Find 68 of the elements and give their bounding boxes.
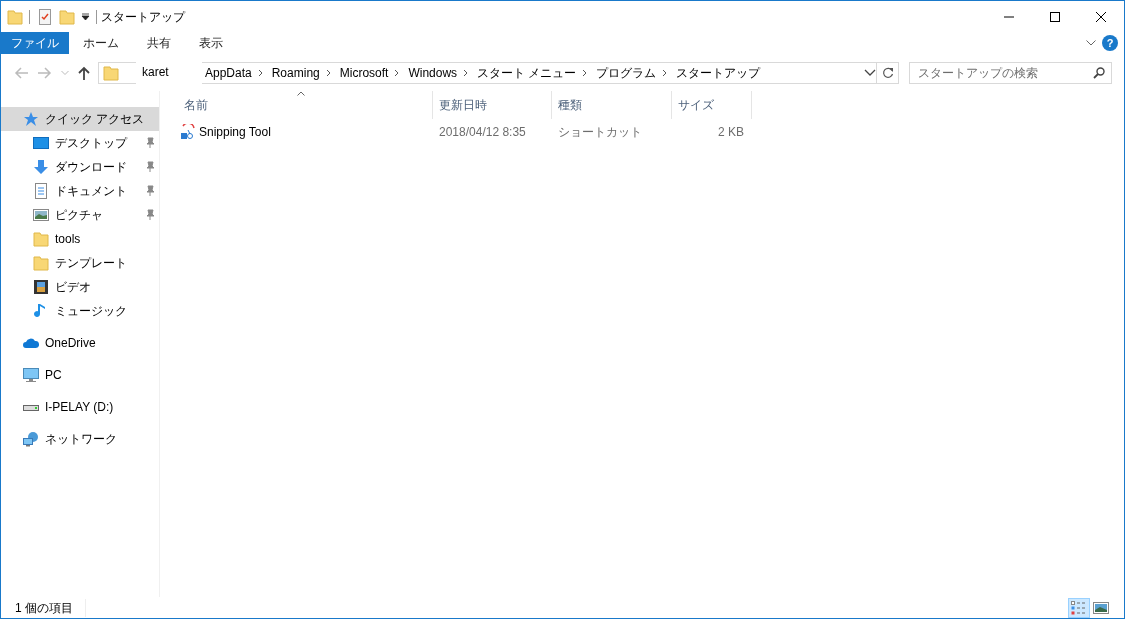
item-count: 1 個の項目 [15,598,86,617]
column-header[interactable]: 名前 [178,91,433,119]
sidebar-item[interactable]: PC [1,363,159,387]
sidebar-item[interactable]: クイック アクセス [1,107,159,131]
view-button[interactable] [1068,597,1090,618]
table-cell-text: 2 KB [717,124,745,141]
sidebar-item[interactable]: OneDrive [1,331,159,355]
chevron-right-icon [662,68,669,77]
large-icons-view-icon [1093,599,1109,616]
monitor-icon [23,367,39,383]
table-cell-text: 2018/04/12 8:35 [438,124,527,141]
details-view-icon [1071,599,1087,616]
up-arrow-icon[interactable] [77,65,91,80]
chevron-down-icon[interactable] [864,68,876,77]
ribbon-tab[interactable]: 表示 [185,32,237,54]
column-header[interactable]: 更新日時 [433,91,552,119]
properties-icon[interactable] [37,8,53,25]
breadcrumb-link[interactable]: AppData [203,63,254,82]
column-header[interactable]: サイズ [672,91,752,119]
breadcrumb-link[interactable]: スタートアップ [674,63,763,82]
breadcrumb-link[interactable]: プログラム [594,63,659,82]
refresh-icon[interactable] [881,66,894,79]
ribbon-tab[interactable]: ホーム [69,32,133,54]
dropdown-icon[interactable] [81,12,90,21]
monitor-icon [33,135,49,151]
down-arrow-icon [33,159,49,175]
picture-icon [33,207,49,223]
file-name[interactable]: Snipping Tool [199,123,271,141]
sidebar-item[interactable]: デスクトップ [1,131,159,155]
chevron-right-icon [582,68,589,77]
maximize-icon[interactable] [1050,11,1060,22]
chevron-down-icon[interactable] [1086,40,1096,46]
window-title: スタートアップ [101,8,185,26]
search-field[interactable]: スタートアップの検索 [909,61,1112,84]
chevron-right-icon [394,68,401,77]
chevron-right-icon [257,68,264,77]
ribbon-tab[interactable]: 共有 [133,32,185,54]
star-icon [23,111,39,127]
ribbon-tab[interactable]: ファイル [1,32,69,54]
folder-icon [103,64,119,81]
divider-icon [29,9,31,24]
breadcrumb-link[interactable]: Windows [406,63,460,82]
breadcrumb-link[interactable]: スタート メニュー [475,63,579,82]
search-icon[interactable] [1093,66,1105,79]
sidebar-item[interactable]: ミュージック [1,299,159,323]
chevron-right-icon [463,68,470,77]
column-header[interactable]: 種類 [552,91,672,119]
sidebar-item[interactable]: ドキュメント [1,179,159,203]
sidebar-item[interactable]: テンプレート [1,251,159,275]
help-button[interactable]: ? [1102,35,1118,51]
breadcrumb-link[interactable]: Microsoft [337,63,391,82]
breadcrumb-link[interactable]: Roaming [269,63,322,82]
document-icon [33,183,49,199]
film-icon [33,279,49,295]
network-icon [23,431,39,447]
sidebar-item[interactable]: ピクチャ [1,203,159,227]
sidebar-item[interactable]: ダウンロード [1,155,159,179]
divider-icon [96,9,98,24]
table-cell-text: ショートカット [557,124,643,141]
sidebar-item[interactable]: tools [1,227,159,251]
chevron-right-icon [325,68,332,77]
folder-icon [33,231,49,247]
sidebar-item[interactable]: ビデオ [1,275,159,299]
scissors-icon [180,124,196,140]
folder-icon [33,255,49,271]
sidebar-item[interactable]: I-PELAY (D:) [1,395,159,419]
sidebar-item[interactable]: ネットワーク [1,427,159,451]
close-icon[interactable] [1096,11,1106,22]
